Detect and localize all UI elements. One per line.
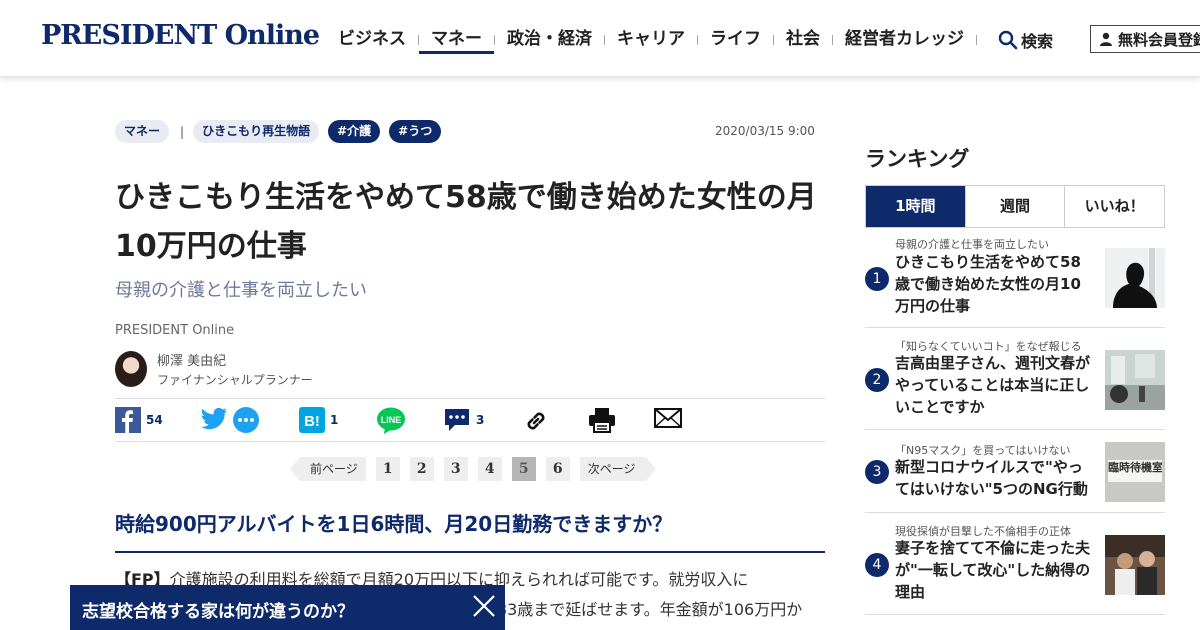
facebook-icon xyxy=(115,407,141,433)
rank-number: 3 xyxy=(865,460,889,484)
main-nav: ビジネス マネー 政治・経済 キャリア ライフ 社会 経営者カレッジ xyxy=(326,26,977,54)
share-bar: 54 B! 1 LINE 3 xyxy=(115,398,825,442)
promo-popup-text[interactable]: 志望校合格する家は何が違うのか？ xyxy=(82,597,354,622)
article-thumbnail xyxy=(1105,535,1165,595)
thumbnail-sign-text: 臨時待機室 xyxy=(1108,460,1162,482)
section-heading: 時給900円アルバイトを1日6時間、月20日勤務できますか？ xyxy=(115,508,825,553)
facebook-share-button[interactable]: 54 xyxy=(115,407,163,433)
member-register-button[interactable]: 無料会員登録 xyxy=(1090,25,1200,53)
tab-1-hour[interactable]: 1時間 xyxy=(866,186,965,227)
tag-divider: | xyxy=(180,124,185,139)
series-tag[interactable]: ひきこもり再生物語 xyxy=(193,120,320,143)
rank-number: 2 xyxy=(865,368,889,392)
line-share-button[interactable]: LINE xyxy=(376,407,406,435)
rank-headline: 新型コロナウイルスで"やってはいけない"5つのNG行動 xyxy=(895,458,1088,498)
pagination: 前ページ 1 2 3 4 5 6 次ページ xyxy=(290,457,656,481)
search-label: 検索 xyxy=(1021,32,1054,51)
nav-item-politics-economy[interactable]: 政治・経済 xyxy=(495,26,604,54)
member-register-label: 無料会員登録 xyxy=(1118,30,1200,49)
article-thumbnail xyxy=(1105,350,1165,410)
search-button[interactable]: 検索 xyxy=(998,28,1053,52)
user-icon xyxy=(1100,32,1112,46)
search-icon xyxy=(998,30,1018,50)
page-5-current: 5 xyxy=(511,457,536,481)
mail-icon xyxy=(654,408,682,428)
tab-likes[interactable]: いいね！ xyxy=(1064,186,1164,227)
article-tags: マネー | ひきこもり再生物語 #介護 #うつ xyxy=(115,120,450,143)
article-title: ひきこもり生活をやめて58歳で働き始めた女性の月10万円の仕事 xyxy=(115,180,817,264)
rank-headline: ひきこもり生活をやめて58歳で働き始めた女性の月10万円の仕事 xyxy=(895,253,1081,315)
nav-item-money[interactable]: マネー xyxy=(419,26,494,54)
author-block[interactable]: 柳澤 美由紀 ファイナンシャルプランナー xyxy=(115,350,313,388)
nav-item-career[interactable]: キャリア xyxy=(605,26,697,54)
facebook-count: 54 xyxy=(146,413,163,427)
comment-icon xyxy=(445,409,469,431)
page-6-button[interactable]: 6 xyxy=(545,457,570,481)
page-3-button[interactable]: 3 xyxy=(443,457,468,481)
ranking-item[interactable]: 3 「N95マスク」を買ってはいけない 新型コロナウイルスで"やってはいけない"… xyxy=(865,430,1165,513)
next-page-button[interactable]: 次ページ xyxy=(579,457,656,481)
nav-item-society[interactable]: 社会 xyxy=(774,26,832,54)
twitter-share-button[interactable] xyxy=(200,407,228,431)
ranking-title: ランキング xyxy=(865,147,970,171)
link-icon xyxy=(527,412,545,430)
printer-icon xyxy=(589,408,615,433)
hatena-bookmark-button[interactable]: B! 1 xyxy=(299,407,338,433)
rank-headline: 妻子を捨てて不倫に走った夫が"一転して改心"した納得の理由 xyxy=(895,539,1091,601)
page-4-button[interactable]: 4 xyxy=(477,457,502,481)
line-icon: LINE xyxy=(377,407,405,434)
prev-page-button[interactable]: 前ページ xyxy=(290,457,366,481)
tab-weekly[interactable]: 週間 xyxy=(964,186,1065,227)
hatena-bookmark-icon: B! xyxy=(299,407,325,433)
nav-item-business[interactable]: ビジネス xyxy=(326,26,418,54)
ranking-item[interactable]: 1 母親の介護と仕事を両立したい ひきこもり生活をやめて58歳で働き始めた女性の… xyxy=(865,238,1165,328)
article-source: PRESIDENT Online xyxy=(115,323,235,338)
article-subtitle: 母親の介護と仕事を両立したい xyxy=(115,280,367,301)
rank-number: 1 xyxy=(865,267,889,291)
publish-date: 2020/03/15 9:00 xyxy=(715,124,815,138)
category-tag[interactable]: マネー xyxy=(115,120,170,143)
close-icon[interactable] xyxy=(471,593,497,619)
twitter-icon xyxy=(201,407,227,430)
print-button[interactable] xyxy=(588,407,616,433)
page-2-button[interactable]: 2 xyxy=(409,457,434,481)
author-name: 柳澤 美由紀 xyxy=(157,354,227,369)
hashtag-utsu[interactable]: #うつ xyxy=(389,120,442,143)
nav-item-life[interactable]: ライフ xyxy=(698,26,773,54)
article-thumbnail xyxy=(1105,248,1165,308)
promo-popup[interactable]: 志望校合格する家は何が違うのか？ xyxy=(70,585,505,630)
rank-kicker: 母親の介護と仕事を両立したい xyxy=(895,238,1049,251)
nav-item-executive-college[interactable]: 経営者カレッジ xyxy=(833,26,976,54)
site-header: PRESIDENT Online ビジネス マネー 政治・経済 キャリア ライフ… xyxy=(0,0,1200,77)
ranking-tabs: 1時間 週間 いいね！ xyxy=(865,185,1165,228)
copy-link-button[interactable] xyxy=(522,407,550,435)
rank-number: 4 xyxy=(865,553,889,577)
line-mark: LINE xyxy=(381,415,402,425)
ranking-item[interactable] xyxy=(865,615,1165,630)
hatena-mark: B! xyxy=(304,413,320,430)
author-role: ファイナンシャルプランナー xyxy=(157,373,313,387)
article-thumbnail: 臨時待機室 xyxy=(1105,442,1165,502)
ranking-item[interactable]: 4 現役探偵が目撃した不倫相手の正体 妻子を捨てて不倫に走った夫が"一転して改心… xyxy=(865,513,1165,615)
site-logo[interactable]: PRESIDENT Online xyxy=(41,20,320,51)
hatena-count: 1 xyxy=(330,413,339,427)
more-share-button[interactable] xyxy=(233,407,259,433)
email-share-button[interactable] xyxy=(654,407,682,429)
author-avatar xyxy=(115,351,147,387)
ranking-item[interactable]: 2 「知らなくていいコト」をなぜ報じる 吉高由里子さん、週刊文春がやっていること… xyxy=(865,328,1165,430)
page-1-button[interactable]: 1 xyxy=(375,457,400,481)
hashtag-kaigo[interactable]: #介護 xyxy=(328,120,381,143)
nav-divider xyxy=(976,35,977,45)
rank-headline: 吉高由里子さん、週刊文春がやっていることは本当に正しいことですか xyxy=(895,354,1091,416)
more-dots-icon xyxy=(233,407,259,433)
comment-button[interactable]: 3 xyxy=(443,407,484,433)
comment-count: 3 xyxy=(476,413,485,427)
